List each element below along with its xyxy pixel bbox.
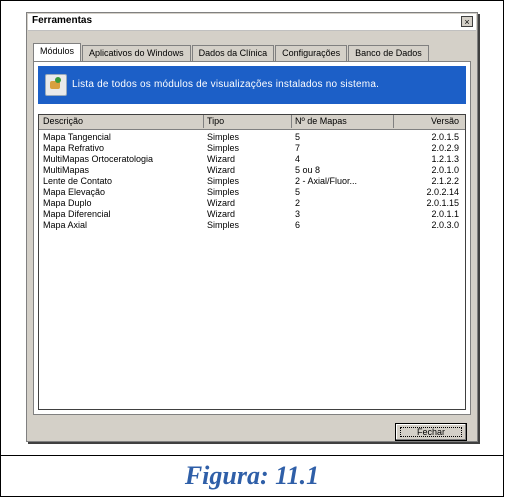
cell-versao: 2.0.1.0: [431, 165, 459, 175]
cell-tipo: Wizard: [207, 165, 236, 175]
modules-list[interactable]: Descrição Tipo Nº de Mapas Versão Mapa T…: [38, 114, 466, 410]
cell-descricao: Mapa Refrativo: [43, 143, 105, 153]
cell-num-mapas: 5 ou 8: [295, 165, 321, 175]
cell-versao: 2.0.1.15: [426, 198, 459, 208]
window-title: Ferramentas: [32, 15, 93, 26]
cell-num-mapas: 2: [295, 198, 301, 208]
table-row[interactable]: MultiMapas Ortoceratologia Wizard 4 1.2.…: [39, 154, 465, 165]
table-row[interactable]: Mapa Diferencial Wizard 3 2.0.1.1: [39, 209, 465, 220]
cell-versao: 2.0.3.0: [431, 220, 459, 230]
cell-descricao: MultiMapas Ortoceratologia: [43, 154, 154, 164]
cell-descricao: Lente de Contato: [43, 176, 113, 186]
cell-num-mapas: 3: [295, 209, 301, 219]
cell-descricao: Mapa Duplo: [43, 198, 92, 208]
tab-dados-clinica[interactable]: Dados da Clínica: [191, 45, 275, 62]
column-divider[interactable]: [393, 115, 394, 128]
cell-tipo: Simples: [207, 176, 240, 186]
cell-tipo: Simples: [207, 143, 240, 153]
cell-num-mapas: 5: [295, 187, 301, 197]
cell-descricao: Mapa Tangencial: [43, 132, 111, 142]
tools-dialog: Ferramentas × Módulos Aplicativos do Win…: [26, 12, 478, 442]
cell-tipo: Simples: [207, 220, 240, 230]
cell-versao: 2.0.2.9: [431, 143, 459, 153]
cell-versao: 2.1.2.2: [431, 176, 459, 186]
table-row[interactable]: Lente de Contato Simples 2 - Axial/Fluor…: [39, 176, 465, 187]
cell-versao: 2.0.1.5: [431, 132, 459, 142]
cell-num-mapas: 2 - Axial/Fluor...: [295, 176, 358, 186]
table-row[interactable]: MultiMapas Wizard 5 ou 8 2.0.1.0: [39, 165, 465, 176]
cell-num-mapas: 7: [295, 143, 301, 153]
caption-cell: Figura: 11.1: [0, 455, 504, 497]
close-icon[interactable]: ×: [461, 16, 473, 27]
title-bar: Ferramentas ×: [28, 14, 476, 31]
header-descricao[interactable]: Descrição: [43, 116, 83, 126]
column-divider[interactable]: [291, 115, 292, 128]
cell-num-mapas: 5: [295, 132, 301, 142]
table-row[interactable]: Mapa Axial Simples 6 2.0.3.0: [39, 220, 465, 231]
cell-num-mapas: 4: [295, 154, 301, 164]
info-banner: Lista de todos os módulos de visualizaçõ…: [38, 66, 466, 104]
cell-tipo: Simples: [207, 132, 240, 142]
cell-descricao: MultiMapas: [43, 165, 90, 175]
cell-tipo: Simples: [207, 187, 240, 197]
column-divider[interactable]: [203, 115, 204, 128]
cell-tipo: Wizard: [207, 209, 236, 219]
header-versao[interactable]: Versão: [431, 116, 459, 126]
cell-tipo: Wizard: [207, 198, 236, 208]
figure-caption: Figura: 11.1: [184, 461, 320, 490]
table-row[interactable]: Mapa Duplo Wizard 2 2.0.1.15: [39, 198, 465, 209]
cell-descricao: Mapa Diferencial: [43, 209, 111, 219]
table-row[interactable]: Mapa Tangencial Simples 5 2.0.1.5: [39, 132, 465, 143]
cell-tipo: Wizard: [207, 154, 236, 164]
fechar-button[interactable]: Fechar: [395, 423, 467, 441]
fechar-label: Fechar: [416, 427, 445, 437]
header-tipo[interactable]: Tipo: [207, 116, 224, 126]
tab-banco-dados[interactable]: Banco de Dados: [348, 45, 429, 62]
modules-panel: Lista de todos os módulos de visualizaçõ…: [33, 61, 471, 415]
cell-versao: 2.0.1.1: [431, 209, 459, 219]
list-header: Descrição Tipo Nº de Mapas Versão: [39, 115, 465, 130]
tab-strip: Módulos Aplicativos do Windows Dados da …: [33, 43, 471, 62]
table-row[interactable]: Mapa Elevação Simples 5 2.0.2.14: [39, 187, 465, 198]
tab-aplicativos-windows[interactable]: Aplicativos do Windows: [82, 45, 191, 62]
cell-descricao: Mapa Axial: [43, 220, 88, 230]
tab-configuracoes[interactable]: Configurações: [275, 45, 348, 62]
cell-num-mapas: 6: [295, 220, 301, 230]
header-num-mapas[interactable]: Nº de Mapas: [295, 116, 347, 126]
modules-icon: [45, 74, 67, 96]
tab-modulos[interactable]: Módulos: [33, 43, 82, 62]
cell-versao: 2.0.2.14: [426, 187, 459, 197]
cell-versao: 1.2.1.3: [431, 154, 459, 164]
banner-text: Lista de todos os módulos de visualizaçõ…: [72, 79, 380, 90]
cell-descricao: Mapa Elevação: [43, 187, 106, 197]
table-row[interactable]: Mapa Refrativo Simples 7 2.0.2.9: [39, 143, 465, 154]
